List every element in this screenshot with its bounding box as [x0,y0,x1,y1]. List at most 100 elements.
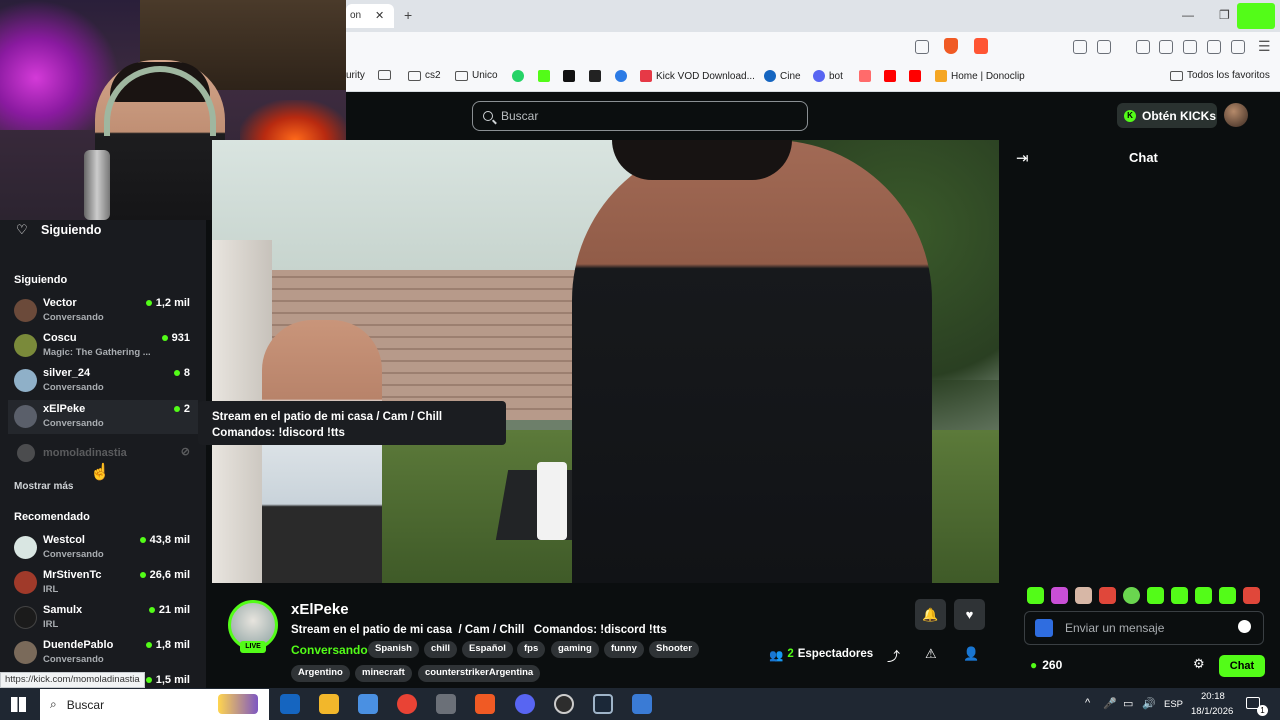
stream-tag[interactable]: Español [462,641,513,658]
taskbar-time[interactable]: 20:18 [1201,691,1225,702]
chat-settings-icon[interactable]: ⚙ [1193,656,1205,672]
taskbar-date[interactable]: 18/1/2026 [1191,706,1233,717]
emote-icon[interactable] [1123,587,1140,604]
emote-icon[interactable] [1171,587,1188,604]
add-user-icon[interactable]: 👤 [963,646,979,662]
chat-message-input[interactable]: Enviar un mensaje [1024,611,1264,645]
bookmark-bot[interactable]: bot [813,70,843,82]
share-icon[interactable] [915,40,929,54]
chrome-icon[interactable] [397,694,417,714]
windows-start-icon[interactable] [11,697,26,712]
network-icon[interactable]: ▭ [1123,697,1133,710]
emote-icon[interactable] [1195,587,1212,604]
restore-button[interactable]: ❐ [1219,8,1230,22]
copilot-icon[interactable] [218,694,258,714]
follow-heart-button[interactable]: ♥ [954,599,985,630]
emote-icon[interactable] [1075,587,1092,604]
emoji-icon[interactable] [1238,620,1251,633]
bookmark-cine[interactable]: Cine [764,70,801,82]
stream-tag[interactable]: counterstrikerArgentina [418,665,541,682]
channel-item[interactable]: Coscu Magic: The Gathering ... 931 [0,329,206,363]
chat-identity-icon[interactable] [1035,619,1053,637]
stream-tag[interactable]: chill [424,641,458,658]
notification-bell-button[interactable]: 🔔 [915,599,946,630]
language-indicator[interactable]: ESP [1164,699,1183,710]
emote-icon[interactable] [1147,587,1164,604]
stream-category[interactable]: Conversando [291,643,368,657]
emote-icon[interactable] [1051,587,1068,604]
stream-tag[interactable]: funny [604,641,644,658]
channel-item[interactable]: Vector Conversando 1,2 mil [0,294,206,328]
media-icon[interactable] [1136,40,1150,54]
bookmark-bars[interactable] [859,70,871,82]
stream-tag[interactable]: gaming [551,641,599,658]
stream-tag[interactable]: Spanish [368,641,419,658]
bookmark-kick[interactable] [538,70,550,82]
report-icon[interactable]: ⚠ [925,646,937,662]
minimize-button[interactable]: — [1182,8,1194,22]
channel-item[interactable]: MrStivenTc IRL 26,6 mil [0,566,206,600]
file-explorer-icon[interactable] [319,694,339,714]
brave-shield-icon[interactable] [944,38,958,54]
bookmark-youtube-2[interactable] [909,70,921,82]
kicks-balance[interactable]: ● 260 [1030,658,1062,672]
emote-icon[interactable] [1099,587,1116,604]
emote-icon[interactable] [1243,587,1260,604]
tab-close-icon[interactable]: ✕ [375,9,384,22]
stream-tag[interactable]: Argentino [291,665,350,682]
outlook-icon[interactable] [280,694,300,714]
screenshot-icon[interactable] [1097,40,1111,54]
microphone-icon[interactable]: 🎤 [1103,697,1117,710]
bookmark-app[interactable] [589,70,601,82]
notepad-icon[interactable] [358,694,378,714]
browser-tab[interactable]: on [346,4,394,28]
steam-icon[interactable] [593,694,613,714]
bookmark-folder-unico[interactable]: Unico [455,70,498,81]
bookmark-item[interactable]: urity [346,70,365,81]
obs-icon[interactable] [554,694,574,714]
stream-tag[interactable]: Shooter [649,641,699,658]
leo-icon[interactable] [1207,40,1221,54]
emote-icon[interactable] [1027,587,1044,604]
sidebar-icon[interactable] [1159,40,1173,54]
bookmark-tiktok[interactable] [563,70,575,82]
channel-item[interactable]: DuendePablo Conversando 1,8 mil [0,636,206,670]
video-player[interactable] [212,140,999,583]
brave-icon[interactable] [475,694,495,714]
bookmark-folder-cs2[interactable]: cs2 [408,70,441,81]
menu-icon[interactable]: ☰ [1258,38,1271,55]
user-avatar[interactable] [1224,103,1248,127]
collapse-chat-icon[interactable]: ⇥ [1016,149,1029,167]
streamer-name[interactable]: xElPeke [291,601,349,618]
show-more-link[interactable]: Mostrar más [14,481,73,492]
emote-icon[interactable] [1219,587,1236,604]
bookmark-whatsapp[interactable] [512,70,524,82]
volume-icon[interactable]: 🔊 [1142,697,1156,710]
app-icon[interactable] [436,694,456,714]
tray-chevron-icon[interactable]: ^ [1085,697,1090,709]
channel-item-active[interactable]: xElPeke Conversando 2 [8,400,198,434]
send-chat-button[interactable]: Chat [1219,655,1265,677]
wallet-icon[interactable] [1183,40,1197,54]
channel-item[interactable]: Westcol Conversando 43,8 mil [0,531,206,565]
channel-item[interactable]: silver_24 Conversando 8 [0,364,206,398]
bookmark-youtube-1[interactable] [884,70,896,82]
kick-extension-icon[interactable] [1237,3,1275,29]
search-input[interactable]: Buscar [472,101,808,131]
app-icon[interactable] [632,694,652,714]
discord-icon[interactable] [515,694,535,714]
bookmark-folder[interactable] [378,70,391,80]
bookmark-donoclip[interactable]: Home | Donoclip [935,70,1025,82]
get-kicks-button[interactable]: K Obtén KICKs [1117,103,1217,128]
vpn-icon[interactable] [1231,40,1245,54]
bookmark-edge[interactable] [615,70,627,82]
stream-tag[interactable]: minecraft [355,665,412,682]
extensions-icon[interactable] [1073,40,1087,54]
bookmark-kick-vod[interactable]: Kick VOD Download... [640,70,755,82]
stream-tag[interactable]: fps [517,641,546,658]
share-icon[interactable]: ⤴ [887,646,900,665]
channel-item[interactable]: Samulx IRL 21 mil [0,601,206,635]
all-bookmarks[interactable]: Todos los favoritos [1170,70,1270,81]
new-tab-button[interactable]: + [404,7,412,23]
brave-rewards-icon[interactable] [974,38,988,54]
